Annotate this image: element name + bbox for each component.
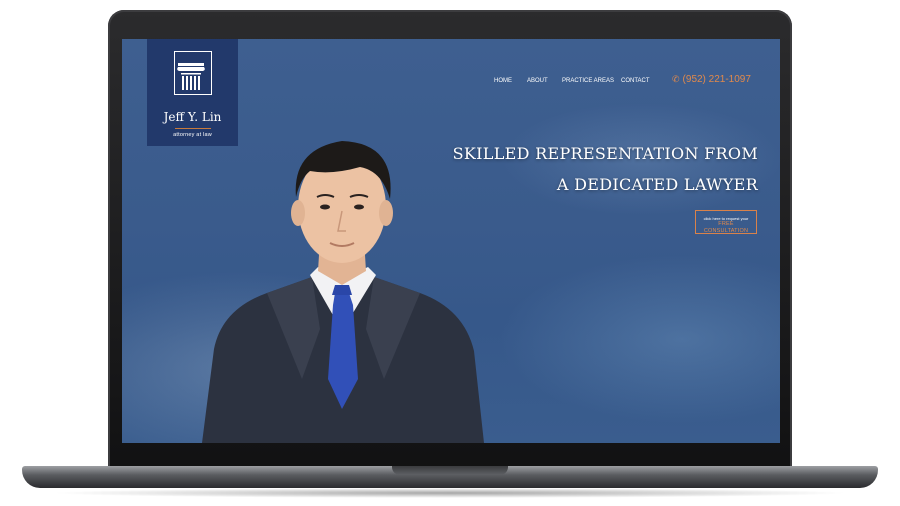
cta-label: FREE CONSULTATION	[703, 221, 749, 234]
brand-tagline: attorney at law	[173, 132, 212, 138]
brand-name: Jeff Y. Lin	[163, 110, 222, 124]
nav-practice-areas[interactable]: PRACTICE AREAS	[562, 78, 614, 84]
laptop-shadow	[50, 488, 850, 498]
laptop-notch	[392, 466, 508, 475]
nav-about[interactable]: ABOUT	[527, 78, 548, 84]
laptop-screen: Jeff Y. Lin attorney at law HOME ABOUT P…	[122, 39, 780, 443]
phone-icon: ✆	[672, 74, 680, 84]
nav-home[interactable]: HOME	[494, 78, 512, 84]
headline-line-1: SKILLED REPRESENTATION FROM	[452, 144, 758, 163]
brand-divider	[175, 128, 211, 129]
brand-logo[interactable]: Jeff Y. Lin attorney at law	[147, 39, 238, 146]
free-consultation-button[interactable]: click here to request your FREE CONSULTA…	[695, 210, 757, 234]
column-capital-icon	[174, 51, 212, 95]
headline-line-2: A DEDICATED LAWYER	[556, 175, 758, 194]
nav-contact[interactable]: CONTACT	[621, 78, 650, 84]
phone-link[interactable]: ✆ (952) 221-1097	[672, 74, 751, 85]
hero-headline: SKILLED REPRESENTATION FROM A DEDICATED …	[453, 138, 758, 200]
phone-number: (952) 221-1097	[682, 74, 751, 85]
